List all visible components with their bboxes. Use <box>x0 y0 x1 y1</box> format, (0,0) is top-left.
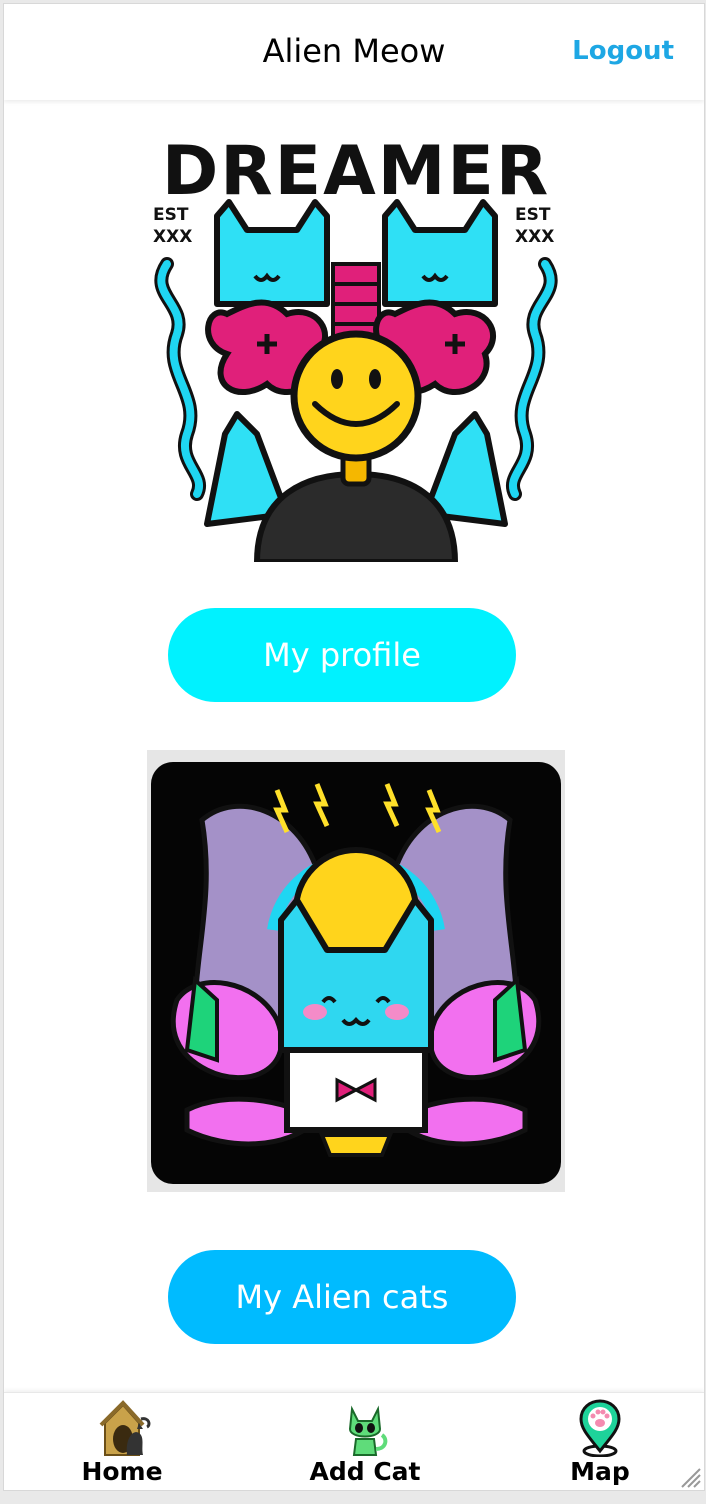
cat-house-icon <box>99 1400 151 1456</box>
nav-item-home[interactable]: Home <box>64 1393 180 1490</box>
svg-text:XXX: XXX <box>153 227 192 247</box>
my-profile-button[interactable]: My profile <box>168 608 516 702</box>
app-header: Alien Meow Logout <box>4 4 704 100</box>
nav-home-label: Home <box>81 1457 163 1486</box>
svg-text:EST: EST <box>515 205 551 225</box>
svg-text:XXX: XXX <box>515 227 554 247</box>
resize-grip-icon[interactable] <box>678 1465 702 1489</box>
alien-cat-artwork-image <box>147 750 565 1192</box>
dreamer-artwork-image: DREAMER EST XXX EST XXX <box>147 132 565 565</box>
my-alien-cats-button[interactable]: My Alien cats <box>168 1250 516 1344</box>
logout-button[interactable]: Logout <box>572 36 674 66</box>
alien-cat-icon <box>348 1405 388 1456</box>
bottom-navigation-bar: Home Add Cat Map <box>4 1392 704 1490</box>
app-screen: Alien Meow Logout DREAMER EST XXX EST XX… <box>3 3 705 1491</box>
paw-map-pin-icon <box>579 1399 621 1457</box>
svg-text:EST: EST <box>153 205 189 225</box>
nav-item-add-cat[interactable]: Add Cat <box>300 1393 430 1490</box>
nav-item-map[interactable]: Map <box>552 1393 648 1490</box>
artwork-title-text: DREAMER <box>162 134 550 211</box>
nav-add-cat-label: Add Cat <box>309 1457 421 1486</box>
nav-map-label: Map <box>570 1457 630 1486</box>
